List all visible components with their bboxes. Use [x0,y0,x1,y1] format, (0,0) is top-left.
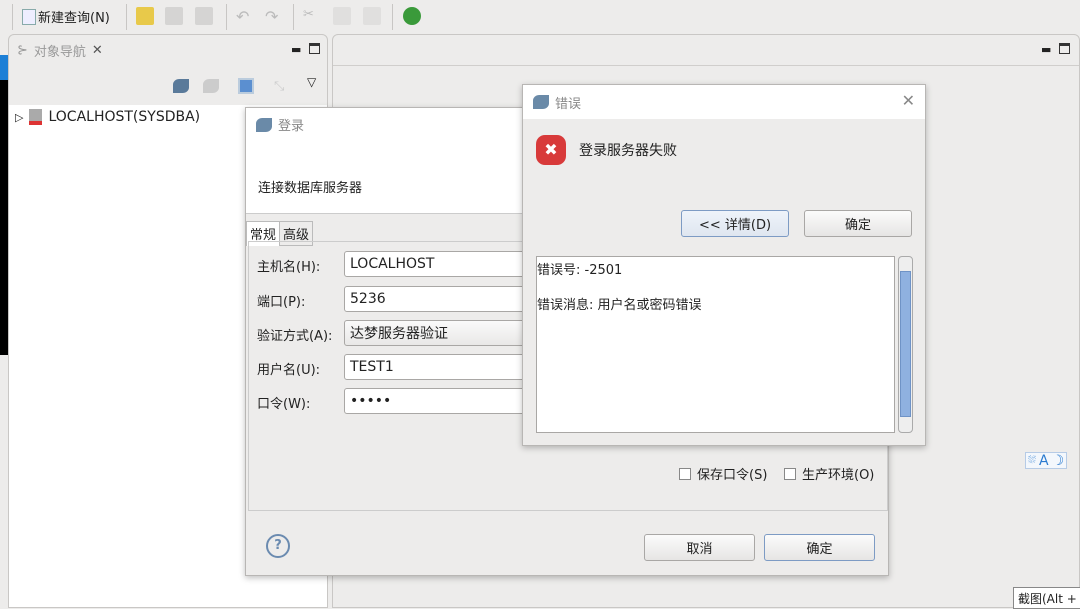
moon-icon: ☽ [1051,452,1065,469]
close-icon[interactable]: ✕ [902,91,915,110]
cancel-button[interactable]: 取消 [644,534,755,561]
save-all-icon[interactable] [195,7,213,25]
paste-icon[interactable] [363,7,381,25]
ime-toolbar[interactable]: ⛆ A ☽ [1025,452,1068,469]
login-ok-button[interactable]: 确定 [764,534,875,561]
password-label: 口令(W): [257,397,311,412]
host-field[interactable]: LOCALHOST [344,251,534,277]
password-field[interactable]: ••••• [344,388,534,414]
minimize-button[interactable]: ▬ [291,43,301,56]
copy-icon[interactable] [333,7,351,25]
help-icon[interactable]: ? [266,534,290,558]
window-icon[interactable] [238,78,254,94]
tree-icon: ⊱ [17,42,28,58]
redo-icon[interactable]: ↷ [265,7,283,26]
user-label: 用户名(U): [257,363,321,378]
dm-logo-icon [533,95,549,109]
save-icon[interactable] [165,7,183,25]
auth-select[interactable]: 达梦服务器验证 [344,320,534,346]
ime-icon: ⛆ [1028,455,1036,466]
new-query-icon [22,8,36,25]
cut-icon[interactable]: ✂ [303,7,321,25]
scrollbar-thumb[interactable] [900,271,911,417]
collapse-icon[interactable]: ⤡ [274,79,284,94]
tree-item[interactable]: ▷ LOCALHOST(SYSDBA) [15,109,200,125]
connect-icon[interactable] [173,79,189,93]
error-dialog: 错误 ✕ ✖ 登录服务器失败 << 详情(D) 确定 错误号: -2501 错误… [522,84,926,446]
port-field[interactable]: 5236 [344,286,534,312]
view-menu-icon[interactable]: ▽ [307,75,316,89]
error-details-text[interactable]: 错误号: -2501 错误消息: 用户名或密码错误 [536,256,895,433]
auth-label: 验证方式(A): [257,329,333,344]
expand-icon[interactable]: ▷ [15,111,23,124]
close-icon[interactable]: ✕ [92,43,103,58]
server-icon [29,109,43,125]
minimize-button[interactable]: ▬ [1041,43,1051,56]
port-label: 端口(P): [257,295,306,310]
background-terminal [0,55,8,355]
maximize-button[interactable] [309,43,320,54]
host-label: 主机名(H): [257,260,321,275]
error-ok-button[interactable]: 确定 [804,210,912,237]
dialog-header: 连接数据库服务器 [258,181,363,196]
undo-icon[interactable]: ↶ [236,7,254,26]
open-icon[interactable] [136,7,154,25]
debug-icon[interactable] [403,7,421,25]
new-query-button[interactable]: 新建查询(N) [22,7,110,26]
disconnect-icon[interactable] [203,79,219,93]
username-field[interactable]: TEST1 [344,354,534,380]
tooltip: 截图(Alt + [1013,587,1080,609]
save-password-checkbox[interactable]: 保存口令(S) [679,464,767,483]
dm-logo-icon [256,117,272,132]
scrollbar[interactable] [898,256,913,433]
details-button[interactable]: << 详情(D) [681,210,789,237]
main-toolbar: 新建查询(N) ↶ ↷ ✂ [0,0,1080,34]
error-message: 登录服务器失败 [579,143,677,159]
error-icon: ✖ [536,135,566,165]
tab-object-navigator[interactable]: ⊱ 对象导航 ✕ [9,35,139,65]
production-checkbox[interactable]: 生产环境(O) [784,464,874,483]
maximize-button[interactable] [1059,43,1070,54]
